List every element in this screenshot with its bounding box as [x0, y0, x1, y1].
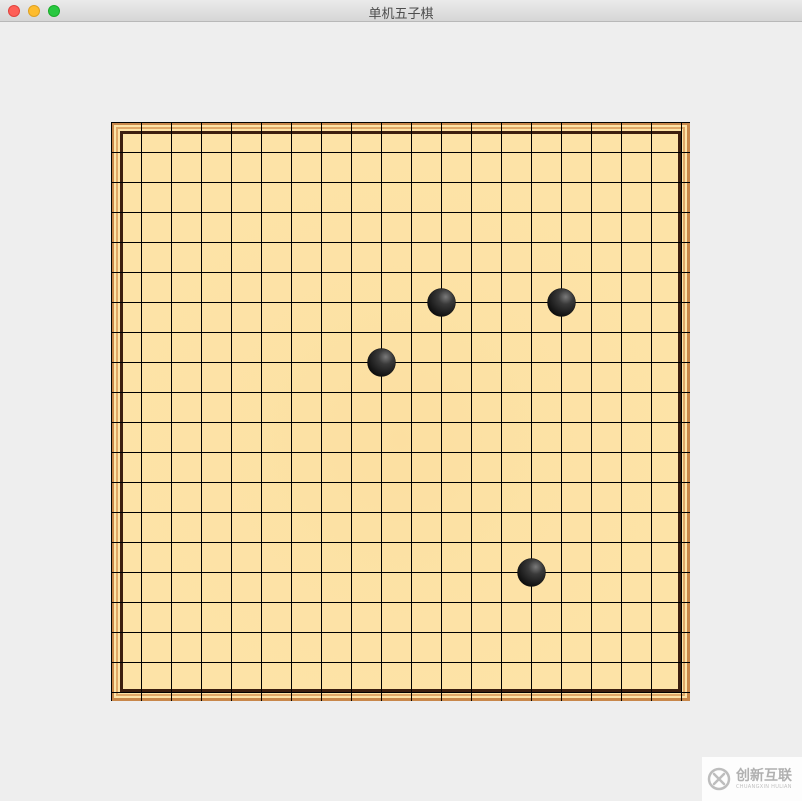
gomoku-board[interactable] [111, 122, 690, 701]
watermark: 创新互联 CHUANGXIN HULIAN [702, 757, 802, 801]
stone-black [517, 558, 546, 587]
chuangxin-logo-icon [707, 767, 731, 791]
board-glow [111, 122, 690, 701]
board-canvas[interactable] [111, 122, 690, 701]
watermark-subtext: CHUANGXIN HULIAN [736, 783, 792, 790]
window-title: 单机五子棋 [368, 7, 434, 22]
stone-black [547, 288, 576, 317]
watermark-text: 创新互联 [736, 767, 792, 784]
stone-black [367, 348, 396, 377]
app-window: 单机五子棋 创新互联 CHUANGXIN HULIAN [0, 0, 802, 801]
title-bar[interactable]: 单机五子棋 [0, 0, 802, 22]
stone-black [427, 288, 456, 317]
